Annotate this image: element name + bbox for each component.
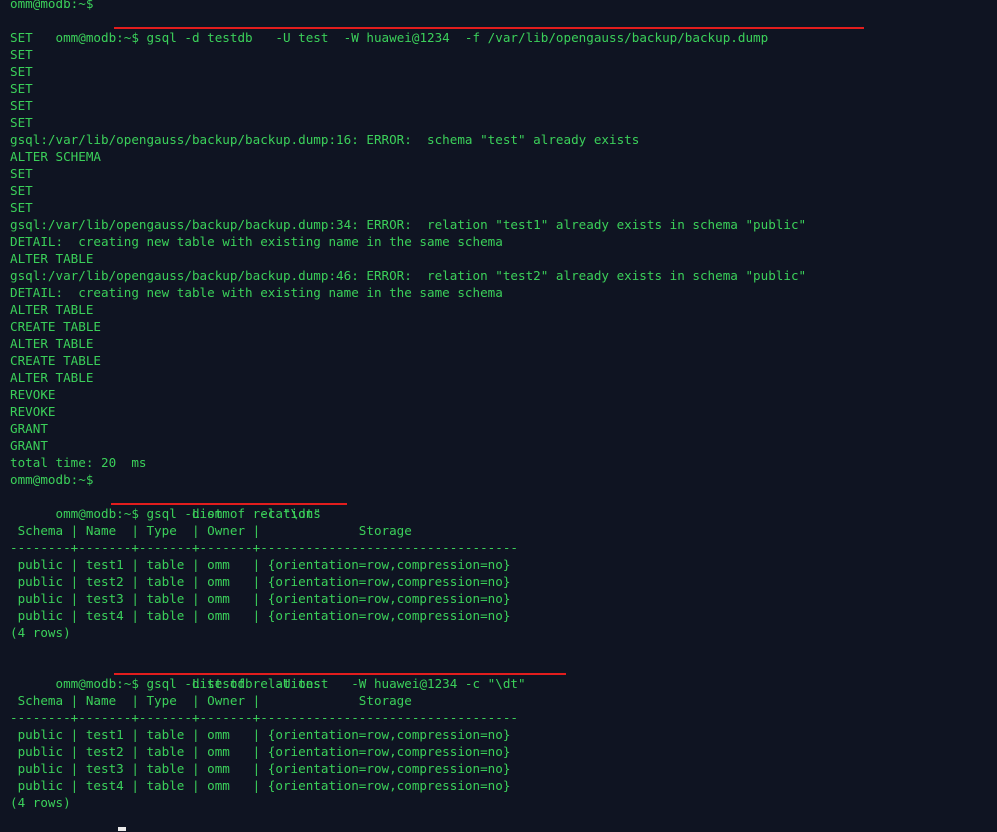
output-line: SET xyxy=(10,64,33,79)
detail-line: DETAIL: creating new table with existing… xyxy=(10,234,503,249)
table-header: Schema | Name | Type | Owner | Storage xyxy=(10,693,412,708)
table-row: public | test3 | table | omm | {orientat… xyxy=(10,761,511,776)
table-row: public | test4 | table | omm | {orientat… xyxy=(10,778,511,793)
command-line-list-omm: omm@modb:~$ gsql -d omm -c "\dt" xyxy=(10,488,997,521)
table-row: public | test1 | table | omm | {orientat… xyxy=(10,727,511,742)
table-separator: --------+-------+-------+-------+-------… xyxy=(10,710,518,725)
output-line: REVOKE xyxy=(10,387,56,402)
detail-line: DETAIL: creating new table with existing… xyxy=(10,285,503,300)
table-separator: --------+-------+-------+-------+-------… xyxy=(10,540,518,555)
output-line: CREATE TABLE xyxy=(10,353,101,368)
output-line: REVOKE xyxy=(10,404,56,419)
command-line-list-testdb: omm@modb:~$ gsql -d testdb -U test -W hu… xyxy=(10,658,997,691)
output-line: GRANT xyxy=(10,438,48,453)
output-line: SET xyxy=(10,166,33,181)
total-time-line: total time: 20 ms xyxy=(10,455,147,470)
output-line: SET xyxy=(10,47,33,62)
output-line: ALTER TABLE xyxy=(10,302,94,317)
error-line: gsql:/var/lib/opengauss/backup/backup.du… xyxy=(10,217,807,232)
error-line: gsql:/var/lib/opengauss/backup/backup.du… xyxy=(10,132,640,147)
output-line: ALTER TABLE xyxy=(10,370,94,385)
table-row: public | test2 | table | omm | {orientat… xyxy=(10,744,511,759)
table-header: Schema | Name | Type | Owner | Storage xyxy=(10,523,412,538)
output-line: SET xyxy=(10,98,33,113)
output-line: CREATE TABLE xyxy=(10,319,101,334)
output-line: ALTER TABLE xyxy=(10,251,94,266)
prompt-line: omm@modb:~$ xyxy=(10,472,94,487)
output-line: GRANT xyxy=(10,421,48,436)
table-row: public | test4 | table | omm | {orientat… xyxy=(10,608,511,623)
table-row: public | test3 | table | omm | {orientat… xyxy=(10,591,511,606)
row-count: (4 rows) xyxy=(10,795,71,810)
output-line: ALTER TABLE xyxy=(10,336,94,351)
terminal-output: omm@modb:~$ omm@modb:~$ gsql -d testdb -… xyxy=(10,0,997,811)
prompt-line: omm@modb:~$ xyxy=(10,0,94,11)
table-row: public | test2 | table | omm | {orientat… xyxy=(10,574,511,589)
red-underline-annotation xyxy=(111,503,347,505)
error-line: gsql:/var/lib/opengauss/backup/backup.du… xyxy=(10,268,807,283)
red-underline-annotation xyxy=(114,27,864,29)
output-line: SET xyxy=(10,200,33,215)
red-underline-annotation xyxy=(114,673,566,675)
terminal-window[interactable]: omm@modb:~$ omm@modb:~$ gsql -d testdb -… xyxy=(0,0,997,832)
output-line: ALTER SCHEMA xyxy=(10,149,101,164)
command-line-restore: omm@modb:~$ gsql -d testdb -U test -W hu… xyxy=(10,12,997,45)
output-line: SET xyxy=(10,183,33,198)
table-row: public | test1 | table | omm | {orientat… xyxy=(10,557,511,572)
text-cursor xyxy=(118,827,126,831)
row-count: (4 rows) xyxy=(10,625,71,640)
output-line: SET xyxy=(10,115,33,130)
output-line: SET xyxy=(10,81,33,96)
